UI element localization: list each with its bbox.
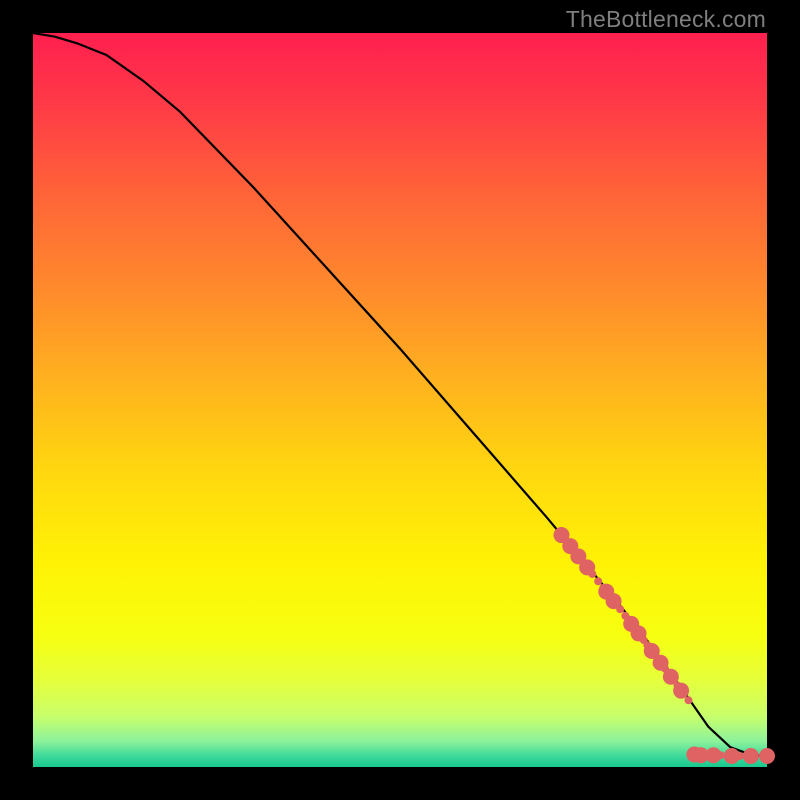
data-marker xyxy=(736,752,744,760)
data-marker xyxy=(594,577,602,585)
data-marker xyxy=(673,683,689,699)
data-marker xyxy=(684,696,692,704)
plot-overlay xyxy=(33,33,767,767)
data-marker xyxy=(717,751,725,759)
chart-stage: TheBottleneck.com xyxy=(0,0,800,800)
watermark-text: TheBottleneck.com xyxy=(566,6,766,33)
data-marker xyxy=(588,570,596,578)
data-marker xyxy=(743,748,759,764)
data-marker xyxy=(616,605,624,613)
data-markers xyxy=(553,527,775,764)
data-marker xyxy=(759,748,775,764)
